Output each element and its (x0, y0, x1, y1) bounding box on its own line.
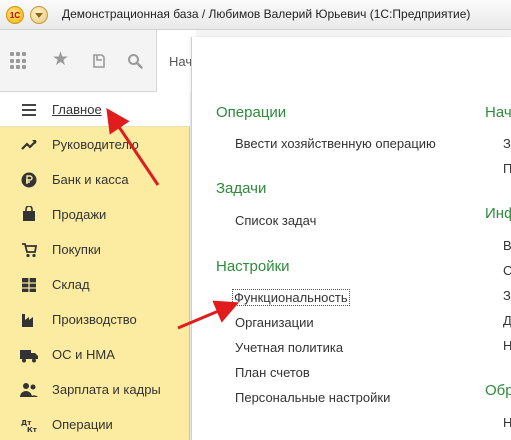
main-menu-button[interactable] (30, 6, 48, 24)
sidebar-item-label: Склад (52, 277, 90, 292)
ruble-icon (20, 171, 38, 189)
command-functionality[interactable]: Функциональность (232, 289, 350, 306)
sections-sidebar: Главное Руководителю Банк и касса Продаж… (0, 92, 190, 440)
group-title-tasks: Задачи (216, 180, 267, 197)
operations-icon: Дт Кт (20, 416, 38, 434)
tab-start-page[interactable]: Нач (156, 30, 196, 92)
command-enter-operation[interactable]: Ввести хозяйственную операцию (235, 136, 436, 151)
title-bar: 1С Демонстрационная база / Любимов Валер… (0, 0, 511, 30)
command-task-list[interactable]: Список задач (235, 213, 316, 228)
search-icon[interactable] (126, 52, 144, 70)
group-title-col2-info: Инф (485, 205, 511, 222)
sidebar-item-label: Покупки (52, 242, 101, 257)
bag-icon (20, 205, 38, 223)
sidebar-item-label: Производство (52, 312, 137, 327)
sidebar-item-bank[interactable]: Банк и касса (0, 162, 190, 197)
command-personal-settings[interactable]: Персональные настройки (235, 390, 390, 405)
sidebar-item-director[interactable]: Руководителю (0, 127, 190, 162)
command-col2-item[interactable]: Д (503, 313, 511, 328)
all-functions-grid-icon[interactable] (10, 52, 28, 70)
warehouse-icon (20, 276, 38, 294)
command-accounting-policy[interactable]: Учетная политика (235, 340, 343, 355)
command-col2-item[interactable]: Н (503, 415, 511, 430)
truck-icon (20, 347, 38, 365)
window-title: Демонстрационная база / Любимов Валерий … (62, 7, 471, 21)
command-col2-item[interactable]: В (503, 238, 511, 253)
factory-icon (20, 311, 38, 329)
hamburger-icon (20, 101, 38, 119)
sidebar-item-purchases[interactable]: Покупки (0, 232, 190, 267)
group-title-col2-start: Нач (485, 104, 511, 121)
sidebar-item-salary[interactable]: Зарплата и кадры (0, 372, 190, 407)
trend-icon (20, 136, 38, 154)
command-col2-item[interactable]: З (503, 136, 511, 151)
cart-icon (20, 241, 38, 259)
sidebar-item-label: ОС и НМА (52, 347, 115, 362)
group-title-operations: Операции (216, 104, 287, 121)
tab-start-label: Нач (169, 54, 193, 69)
command-col2-item[interactable]: З (503, 288, 511, 303)
group-title-settings: Настройки (216, 258, 290, 275)
command-col2-item[interactable]: Н (503, 338, 511, 353)
people-icon (20, 381, 38, 399)
command-col2-item[interactable]: П (503, 161, 511, 176)
command-chart-of-accounts[interactable]: План счетов (235, 365, 310, 380)
history-icon[interactable] (90, 52, 108, 70)
sidebar-item-label: Операции (52, 417, 113, 432)
sidebar-item-warehouse[interactable]: Склад (0, 267, 190, 302)
app-logo-icon[interactable]: 1С (6, 6, 24, 24)
group-title-col2-processing: Обр (485, 382, 511, 399)
favorites-star-icon[interactable]: ★ (52, 50, 70, 69)
sidebar-item-label: Руководителю (52, 137, 139, 152)
svg-text:Кт: Кт (27, 426, 37, 433)
sidebar-item-label: Зарплата и кадры (52, 382, 161, 397)
sidebar-item-sales[interactable]: Продажи (0, 197, 190, 232)
sidebar-item-label: Продажи (52, 207, 107, 222)
sidebar-item-label: Главное (52, 101, 102, 117)
sidebar-item-production[interactable]: Производство (0, 302, 190, 337)
command-col2-item[interactable]: С (503, 263, 511, 278)
section-panel: Операции Ввести хозяйственную операцию З… (191, 37, 511, 440)
sidebar-item-main[interactable]: Главное (0, 92, 190, 127)
sidebar-item-operations[interactable]: Дт Кт Операции (0, 407, 190, 440)
command-organizations[interactable]: Организации (235, 315, 314, 330)
sidebar-item-fixed-assets[interactable]: ОС и НМА (0, 337, 190, 372)
sidebar-item-label: Банк и касса (52, 172, 129, 187)
